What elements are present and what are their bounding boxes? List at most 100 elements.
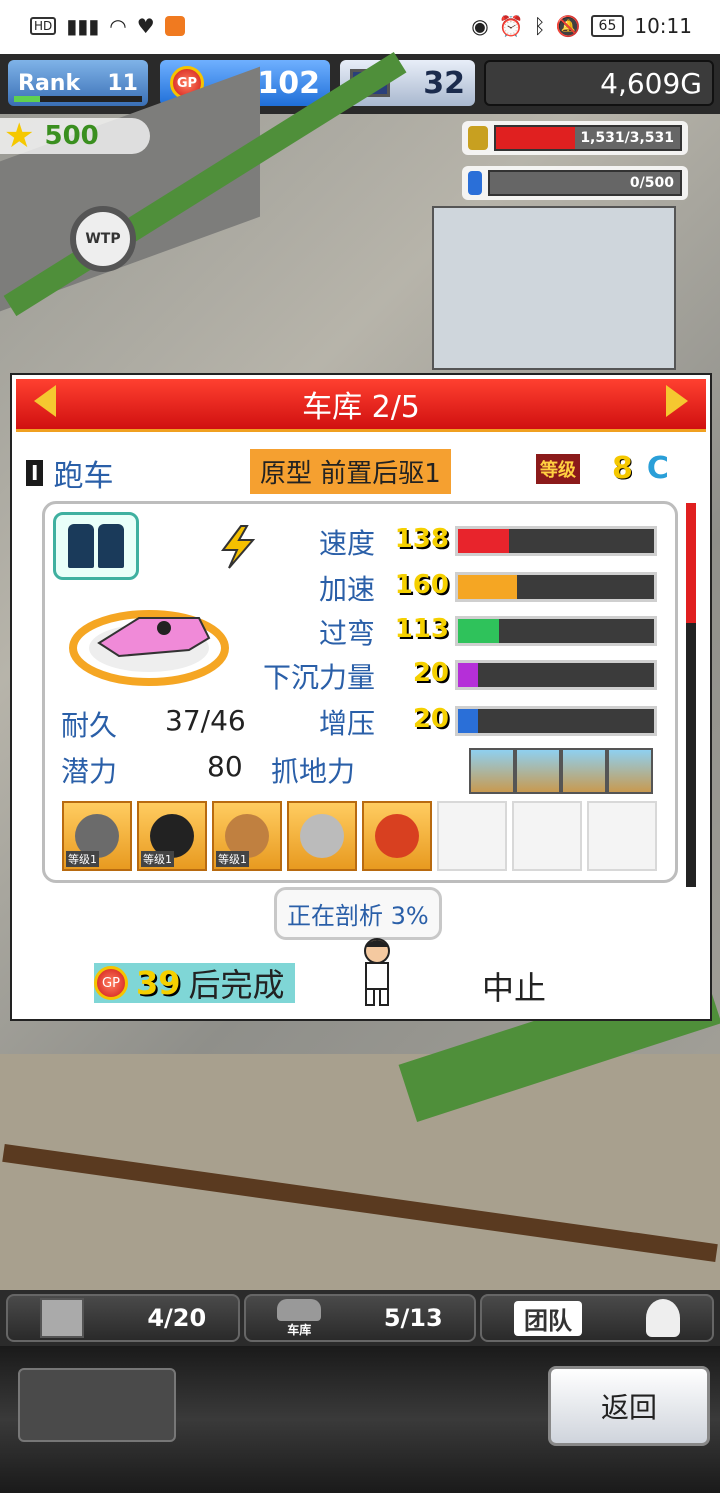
stat-label: 下沉力量 — [262, 661, 375, 694]
bluetooth-icon: ᛒ — [533, 14, 546, 38]
durability: 耐久 37/46 — [61, 704, 246, 744]
empty-button[interactable] — [18, 1368, 176, 1442]
stat-bar — [455, 616, 657, 646]
part-level: 等级1 — [216, 851, 249, 867]
back-button[interactable]: 返回 — [548, 1366, 710, 1446]
stat-value: 138 — [394, 524, 449, 554]
grip-label: 抓地力 — [271, 755, 356, 788]
stat-label: 加速 — [318, 573, 375, 606]
stat-value: 160 — [394, 570, 449, 600]
grade-value: C — [646, 451, 669, 486]
garage-dialog: 车库 2/5 I 跑车 原型 前置后驱1 等级 8 C 速度 138 加速 160 过弯… — [10, 373, 712, 1021]
stat-bar — [455, 572, 657, 602]
garage-car-icon — [277, 1298, 322, 1321]
scrollbar[interactable] — [686, 503, 696, 887]
stat-label: 速度 — [318, 527, 375, 560]
rank-box[interactable]: Rank 11 — [8, 60, 148, 106]
part-level: 等级1 — [141, 851, 174, 867]
tab-garage[interactable]: 车库 5/13 — [244, 1294, 476, 1342]
car-type: I 跑车 — [26, 451, 113, 495]
stat-bar — [455, 706, 657, 736]
star-counter: ★ 500 — [0, 116, 150, 156]
app-icon — [164, 16, 185, 36]
gp-coin-icon: GP — [94, 966, 128, 1000]
bottom-tabs: 4/20 车库 5/13 团队 — [0, 1290, 720, 1346]
stat-bar — [455, 526, 657, 556]
gp-value: 102 — [257, 65, 320, 101]
battery-indicator: 65 — [590, 15, 625, 37]
star-icon: ★ — [4, 116, 35, 156]
part-slot[interactable]: 等级1 — [62, 801, 132, 871]
dialog-title-bar: 车库 2/5 — [16, 379, 706, 432]
roman-numeral: I — [26, 460, 44, 486]
wifi-icon: ◠ — [109, 14, 127, 38]
signal-icon: ▮▮▮ — [66, 14, 100, 38]
car-layout: 原型 前置后驱1 — [250, 449, 451, 494]
status-bar: HD ▮▮▮ ◠ ♥ ◉ ⏰ ᛒ 🔕 65 10:11 — [0, 0, 720, 54]
oil-can-icon — [375, 814, 419, 858]
stat-value: 113 — [394, 614, 449, 644]
part-slot[interactable] — [362, 801, 432, 871]
star-value: 500 — [44, 121, 99, 151]
grip-triangle-icon — [515, 748, 561, 794]
fuel-gauge: 0/500 — [462, 166, 688, 200]
muffler-icon — [300, 814, 344, 858]
eye-icon: ◉ — [471, 14, 489, 38]
prev-arrow-icon[interactable] — [34, 385, 56, 417]
rank-label: Rank — [18, 70, 81, 96]
part-slot[interactable]: 等级1 — [212, 801, 282, 871]
level-tag: 等级 — [536, 453, 580, 484]
tab-storage[interactable]: 4/20 — [6, 1294, 240, 1342]
potential-value: 80 — [207, 750, 243, 783]
funds-gauge: 1,531/3,531 — [462, 121, 688, 155]
garage-count: 5/13 — [383, 1304, 443, 1332]
garage-label: 车库 — [287, 1322, 312, 1337]
empty-part-slot[interactable] — [587, 801, 657, 871]
durability-label: 耐久 — [61, 709, 118, 742]
part-level: 等级1 — [66, 851, 99, 867]
empty-part-slot[interactable] — [437, 801, 507, 871]
stat-bar-fill — [458, 529, 509, 553]
empty-part-slot[interactable] — [512, 801, 582, 871]
money-value: 4,609G — [600, 66, 702, 100]
coin-stack-icon — [468, 126, 488, 150]
tab-team[interactable]: 团队 — [480, 1294, 714, 1342]
stat-bar-fill — [458, 619, 500, 643]
stat-bar-fill — [458, 575, 517, 599]
stat-bar-fill — [458, 663, 478, 687]
stat-row: 过弯 113 — [45, 612, 681, 652]
clock: 10:11 — [634, 14, 692, 38]
mute-icon: 🔕 — [555, 14, 581, 38]
crate-icon — [39, 1298, 84, 1338]
stat-label: 增压 — [318, 707, 375, 740]
heart-icon: ♥ — [136, 14, 155, 38]
research-value: 32 — [423, 65, 465, 101]
part-slot[interactable] — [287, 801, 357, 871]
level-value: 8 — [612, 451, 633, 486]
mechanic-icon — [364, 938, 390, 1006]
stat-row: 增压 20 — [45, 702, 681, 742]
stop-button[interactable]: 中止 — [482, 963, 546, 1009]
stat-bar — [455, 660, 657, 690]
hd-icon: HD — [30, 17, 57, 35]
grip-triangle-icon — [561, 748, 607, 794]
next-arrow-icon[interactable] — [666, 385, 688, 417]
bottom-panel: 返回 — [0, 1346, 720, 1493]
part-slot[interactable]: 等级1 — [137, 801, 207, 871]
durability-value: 37/46 — [165, 704, 246, 737]
remaining-time[interactable]: GP 39 后完成 — [94, 963, 295, 1004]
stat-row: 下沉力量 20 — [45, 656, 681, 696]
remain-label: 后完成 — [188, 966, 285, 1004]
analysis-bubble: 正在剖析 3% — [274, 887, 442, 940]
car-kind-label: 跑车 — [53, 459, 114, 494]
wtp-logo[interactable]: WTP — [70, 206, 136, 272]
grip-cross-icon — [607, 748, 653, 794]
building — [432, 206, 676, 370]
stat-bar-fill — [458, 709, 478, 733]
funds-fill — [496, 127, 576, 149]
stat-label: 过弯 — [318, 617, 375, 650]
storage-count: 4/20 — [147, 1304, 207, 1332]
dialog-title: 车库 2/5 — [302, 390, 420, 425]
car-level: 等级 8 C — [536, 451, 669, 486]
fuel-text: 0/500 — [629, 175, 674, 191]
